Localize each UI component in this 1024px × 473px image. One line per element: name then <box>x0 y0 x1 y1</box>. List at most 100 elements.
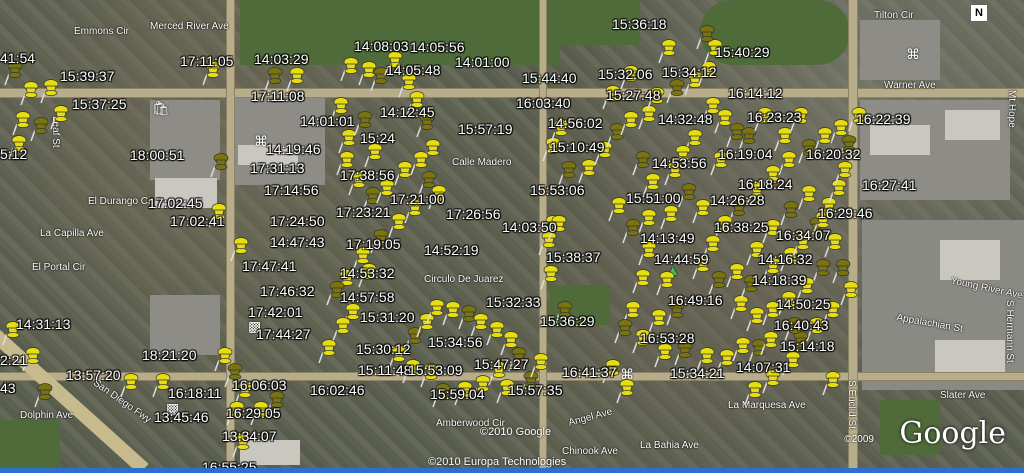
street-label: Emmons Cir <box>74 26 130 37</box>
timestamp-label: 13:57:20 <box>66 367 121 383</box>
timestamp-label: 14:32:48 <box>658 111 713 127</box>
timestamp-label: 16:40:43 <box>774 317 829 333</box>
pushpin-icon[interactable] <box>694 24 716 50</box>
timestamp-label: 15:44:40 <box>522 70 577 86</box>
timestamp-label: 16:23:23 <box>747 109 802 125</box>
pushpin-icon[interactable] <box>424 298 446 324</box>
timestamp-label: 16:38:25 <box>714 219 769 235</box>
street-label: Mt Hope <box>1006 90 1017 128</box>
copyright-year: ©2009 <box>844 434 874 445</box>
timestamp-label: 14:03:50 <box>502 219 557 235</box>
pushpin-icon[interactable] <box>118 372 140 398</box>
timestamp-label: 14:13:49 <box>640 230 695 246</box>
timestamp-label: 16:18:11 <box>168 385 222 401</box>
timestamp-label: 14:16:32 <box>758 251 813 267</box>
pushpin-icon[interactable] <box>528 352 550 378</box>
street-label: El Durango Cir <box>88 196 154 207</box>
timestamp-label: 15:36:29 <box>540 313 595 329</box>
pushpin-icon[interactable] <box>832 160 854 186</box>
timestamp-label: 15:32:06 <box>598 66 653 82</box>
timestamp-label: 14:08:03 <box>354 38 409 54</box>
timestamp-label: 15:38:37 <box>546 249 601 265</box>
timestamp-label: 15:34:56 <box>428 334 483 350</box>
timestamp-label: 14:05:56 <box>410 39 465 55</box>
timestamp-label: 17:47:41 <box>242 258 297 274</box>
building-roof <box>945 110 1000 140</box>
timestamp-label: 17:02:45 <box>148 195 203 211</box>
pushpin-icon[interactable] <box>658 204 680 230</box>
timestamp-label: 17:19:05 <box>346 236 401 252</box>
timestamp-label: 15:32:33 <box>486 294 541 310</box>
timestamp-label: 16:49:16 <box>668 292 723 308</box>
pushpin-icon[interactable] <box>724 262 746 288</box>
timestamp-label: 14:26:28 <box>710 192 765 208</box>
pushpin-icon[interactable] <box>758 330 780 356</box>
pushpin-icon[interactable] <box>316 338 338 364</box>
google-logo[interactable]: Google <box>899 416 1006 451</box>
pushpin-icon[interactable] <box>18 80 40 106</box>
timestamp-label: 2:21 <box>0 352 28 368</box>
timestamp-label: 13:45:46 <box>154 409 209 425</box>
timestamp-label: 14:57:58 <box>340 289 395 305</box>
timestamp-label: 16:41:37 <box>562 364 617 380</box>
pushpin-icon[interactable] <box>656 38 678 64</box>
street-label: Merced River Ave <box>150 21 229 32</box>
timestamp-label: 15:51:00 <box>626 190 681 206</box>
timestamp-label: 41:54 <box>0 50 36 66</box>
window-bottom-bar <box>0 468 1024 473</box>
timestamp-label: 16:34:07 <box>776 227 831 243</box>
timestamp-label: 17:46:32 <box>260 283 315 299</box>
pushpin-icon[interactable] <box>742 380 764 406</box>
pushpin-icon[interactable] <box>690 198 712 224</box>
pushpin-icon[interactable] <box>48 104 70 130</box>
pushpin-icon[interactable] <box>820 370 842 396</box>
timestamp-label: 17:26:56 <box>446 206 501 222</box>
timestamp-label: 15:34:12 <box>662 64 717 80</box>
timestamp-label: 18:00:51 <box>130 147 185 163</box>
pushpin-icon[interactable] <box>38 78 60 104</box>
timestamp-label: 14:47:43 <box>270 234 325 250</box>
pushpin-icon[interactable] <box>28 116 50 142</box>
timestamp-label: 15:53:09 <box>408 362 463 378</box>
timestamp-label: 15:30:12 <box>356 341 411 357</box>
timestamp-label: 17:44:27 <box>256 326 311 342</box>
restaurant-icon[interactable]: ⌘ <box>906 46 920 63</box>
pushpin-icon[interactable] <box>796 184 818 210</box>
north-indicator-button[interactable]: N <box>970 4 988 22</box>
timestamp-label: 14:07:31 <box>736 359 791 375</box>
timestamp-label: 5:12 <box>0 146 28 162</box>
street-label: La Capilla Ave <box>40 228 104 239</box>
timestamp-label: 14:53:32 <box>340 265 395 281</box>
pushpin-icon[interactable] <box>538 264 560 290</box>
satellite-map[interactable]: Emmons Cir Merced River Ave Tilton Cir W… <box>0 0 1024 473</box>
timestamp-label: 16:19:04 <box>718 146 773 162</box>
timestamp-label: 16:29:46 <box>818 205 873 221</box>
street-label: Slater Ave <box>940 390 986 401</box>
timestamp-label: 15:59:04 <box>430 386 485 402</box>
timestamp-label: 17:24:50 <box>270 213 325 229</box>
street-label: Warner Ave <box>884 80 936 91</box>
timestamp-label: 14:05:48 <box>386 62 441 78</box>
timestamp-label: 14:18:39 <box>752 272 807 288</box>
pushpin-icon[interactable] <box>612 318 634 344</box>
shopping-icon[interactable]: 🛍 <box>152 100 170 117</box>
timestamp-label: 13:34:07 <box>222 428 277 444</box>
timestamp-label: 17:42:01 <box>248 304 303 320</box>
street-label: S Hermann St <box>1004 300 1015 363</box>
pushpin-icon[interactable] <box>32 382 54 408</box>
pushpin-icon[interactable] <box>630 268 652 294</box>
pushpin-icon[interactable] <box>208 152 230 178</box>
pushpin-icon[interactable] <box>614 378 636 404</box>
timestamp-label: 14:12:45 <box>380 104 435 120</box>
building-roof <box>940 240 1000 280</box>
timestamp-label: 43 <box>0 380 16 396</box>
timestamp-label: 18:21:20 <box>142 347 197 363</box>
street-label: El Portal Cir <box>32 262 86 273</box>
copyright-google: ©2010 Google <box>480 426 552 438</box>
timestamp-label: 16:22:39 <box>856 111 911 127</box>
timestamp-label: 15:39:37 <box>60 68 115 84</box>
timestamp-label: 17:02:41 <box>170 213 225 229</box>
timestamp-label: 16:53:28 <box>640 330 695 346</box>
timestamp-label: 15:37:25 <box>72 96 127 112</box>
warner-ave-road <box>0 89 1024 97</box>
